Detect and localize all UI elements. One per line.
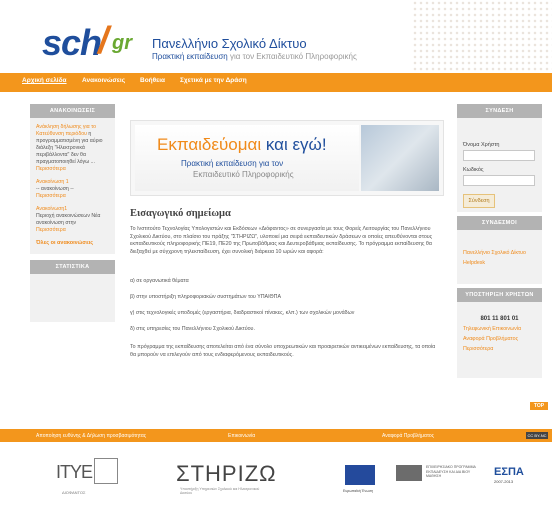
announcement-title[interactable]: Ανακοίνωση1 xyxy=(36,206,109,213)
login-box: Όνομα Χρήστη Κωδικός Σύνδεση xyxy=(457,118,542,212)
left-column: ΑΝΑΚΟΙΝΩΣΕΙΣ Ανάκληση δήλωσης για το Κατ… xyxy=(30,104,115,322)
footer-bar: Αποποίηση ευθύνης & Δήλωση προσβασιμότητ… xyxy=(0,429,552,442)
banner-headline-b: και εγώ! xyxy=(265,135,327,154)
banner-photo xyxy=(361,125,439,191)
intro-closing: Το πρόγραμμα της εκπαίδευσης αποτελείται… xyxy=(130,344,436,358)
announcement-body: -- ανακοίνωση -- xyxy=(36,186,74,192)
support-link-report[interactable]: Αναφορά Προβλήματος xyxy=(463,336,536,342)
stats-heading: ΣΤΑΤΙΣΤΙΚΑ xyxy=(30,260,115,274)
announcement-item: Ανακοίνωση 1 -- ανακοίνωση -- Περισσότερ… xyxy=(36,179,109,200)
sch-logo[interactable]: sch xyxy=(42,22,102,64)
link-helpdesk[interactable]: Helpdesk xyxy=(463,260,536,266)
intro-paragraph: Το Ινστιτούτο Τεχνολογίας Υπολογιστών κα… xyxy=(130,226,433,255)
intro-item-c: γ) στις τεχνολογικές υποδομές (εργαστήρι… xyxy=(130,310,355,316)
ite-logo-text: ΙΤΥΕ xyxy=(56,462,93,482)
nav-announcements[interactable]: Ανακοινώσεις xyxy=(82,77,125,84)
announcement-more-link[interactable]: Περισσότερα xyxy=(36,166,109,173)
operational-program-text: ΕΠΙΧΕΙΡΗΣΙΑΚΟ ΠΡΟΓΡΑΜΜΑ ΕΚΠΑΙΔΕΥΣΗ ΚΑΙ Δ… xyxy=(426,465,476,478)
ite-building-icon xyxy=(94,458,118,484)
ite-logo-subtitle: ΔΙΟΦΑΝΤΟΣ xyxy=(62,490,86,495)
header: sch / gr Πανελλήνιο Σχολικό Δίκτυο Πρακτ… xyxy=(0,0,552,72)
nav-help[interactable]: Βοήθεια xyxy=(140,77,165,84)
support-box: 801 11 801 01 Τηλεφωνική Επικοινωνία Ανα… xyxy=(457,302,542,378)
footer-disclaimer-link[interactable]: Αποποίηση ευθύνης & Δήλωση προσβασιμότητ… xyxy=(36,433,146,439)
links-box: Πανελλήνιο Σχολικό Δίκτυο Helpdesk xyxy=(457,230,542,284)
right-column: ΣΥΝΔΕΣΗ Όνομα Χρήστη Κωδικός Σύνδεση ΣΥΝ… xyxy=(457,104,542,378)
logo-tld: gr xyxy=(112,32,132,54)
stats-box xyxy=(30,274,115,322)
announcement-title[interactable]: Ανακοίνωση 1 xyxy=(36,179,109,186)
announcement-item: Ανακοίνωση1 Περιοχή ανακοινώσεων Νέα ανα… xyxy=(36,206,109,234)
espa-years: 2007-2013 xyxy=(494,479,514,484)
operational-program-icon xyxy=(396,465,422,481)
operational-program-logo[interactable]: ΕΠΙΧΕΙΡΗΣΙΑΚΟ ΠΡΟΓΡΑΜΜΑ ΕΚΠΑΙΔΕΥΣΗ ΚΑΙ Δ… xyxy=(396,463,486,497)
eu-flag-icon xyxy=(345,465,375,485)
username-input[interactable] xyxy=(463,150,535,161)
main-nav: Αρχική σελίδα Ανακοινώσεις Βοήθεια Σχετι… xyxy=(0,73,552,92)
support-link-phone[interactable]: Τηλεφωνική Επικοινωνία xyxy=(463,326,536,332)
subtitle-bold: Πρακτική εκπαίδευση xyxy=(152,52,228,61)
login-button[interactable]: Σύνδεση xyxy=(463,194,495,208)
announcement-body: Περιοχή ανακοινώσεων Νέα ανακοίνωση στην xyxy=(36,213,101,226)
announcement-title[interactable]: Ανάκληση δήλωσης για το Κατεύθυνση περιό… xyxy=(36,124,96,137)
banner-headline: Εκπαιδεύομαι και εγώ! xyxy=(157,135,327,155)
nav-about[interactable]: Σχετικά με την Δράση xyxy=(180,77,247,84)
login-heading: ΣΥΝΔΕΣΗ xyxy=(457,104,542,118)
password-input[interactable] xyxy=(463,175,535,186)
logo-slash-icon: / xyxy=(98,20,109,62)
banner-line-3: Εκπαιδευτικό Πληροφορικής xyxy=(193,170,294,179)
nav-home[interactable]: Αρχική σελίδα xyxy=(22,77,67,84)
support-link-more[interactable]: Περισσότερα xyxy=(463,346,536,352)
username-label: Όνομα Χρήστη xyxy=(463,142,500,148)
page: sch / gr Πανελλήνιο Σχολικό Δίκτυο Πρακτ… xyxy=(0,0,552,522)
intro-item-a: α) σε οργανωτικά θέματα xyxy=(130,278,189,284)
banner: Εκπαιδεύομαι και εγώ! Πρακτική εκπαίδευσ… xyxy=(130,120,444,196)
stirizo-logo[interactable]: ΣΤΗΡΙΖΩ xyxy=(176,461,277,487)
ite-logo[interactable]: ΙΤΥΕ ΔΙΟΦΑΝΤΟΣ xyxy=(56,456,118,500)
password-label: Κωδικός xyxy=(463,167,484,173)
subtitle-rest: για τον Εκπαιδευτικό Πληροφορικής xyxy=(229,52,357,61)
header-decoration xyxy=(412,0,552,72)
back-to-top-button[interactable]: TOP xyxy=(530,402,548,410)
intro-title: Εισαγωγικό σημείωμα xyxy=(130,208,231,219)
announcements-heading: ΑΝΑΚΟΙΝΩΣΕΙΣ xyxy=(30,104,115,118)
banner-headline-a: Εκπαιδεύομαι xyxy=(157,135,262,154)
announcement-more-link[interactable]: Περισσότερα xyxy=(36,227,109,234)
link-sch[interactable]: Πανελλήνιο Σχολικό Δίκτυο xyxy=(463,250,536,256)
banner-line-2: Πρακτική εκπαίδευση για τον xyxy=(181,159,284,168)
site-title: Πανελλήνιο Σχολικό Δίκτυο xyxy=(152,36,307,51)
cc-license-badge[interactable]: CC BY-NC xyxy=(526,432,548,439)
site-subtitle: Πρακτική εκπαίδευση για τον Εκπαιδευτικό… xyxy=(152,52,357,61)
links-heading: ΣΥΝΔΕΣΜΟΙ xyxy=(457,216,542,230)
stirizo-subtitle: Υποστήριξη Υπηρεσιών Σχολικού και Ηλεκτρ… xyxy=(180,487,260,495)
intro-item-b: β) στην υποστήριξη πληροφοριακών συστημά… xyxy=(130,294,282,300)
announcement-item: Ανάκληση δήλωσης για το Κατεύθυνση περιό… xyxy=(36,124,109,173)
announcements-box: Ανάκληση δήλωσης για το Κατεύθυνση περιό… xyxy=(30,118,115,254)
eu-caption: Ευρωπαϊκή Ένωση xyxy=(343,489,374,493)
footer-contact-link[interactable]: Επικοινωνία xyxy=(228,433,255,439)
all-announcements-link[interactable]: Όλες οι ανακοινώσεις xyxy=(36,240,109,246)
announcement-more-link[interactable]: Περισσότερα xyxy=(36,193,109,200)
intro-item-d: δ) στις υπηρεσίες του Πανελλήνιου Σχολικ… xyxy=(130,326,255,332)
espa-logo[interactable]: ΕΣΠΑ xyxy=(494,466,524,478)
support-phone: 801 11 801 01 xyxy=(480,316,519,322)
footer-report-link[interactable]: Αναφορά Προβλήματος xyxy=(382,433,434,439)
banner-text-area: Εκπαιδεύομαι και εγώ! Πρακτική εκπαίδευσ… xyxy=(135,125,359,191)
support-heading: ΥΠΟΣΤΗΡΙΞΗ ΧΡΗΣΤΩΝ xyxy=(457,288,542,302)
